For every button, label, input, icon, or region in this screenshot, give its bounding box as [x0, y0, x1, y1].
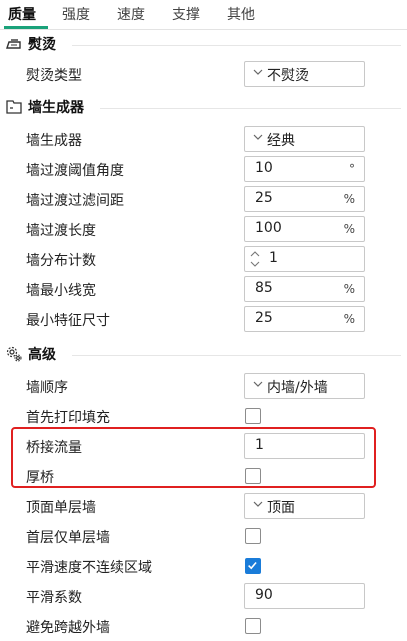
setting-label: 墙过渡阈值角度: [26, 163, 124, 179]
input-value: 90: [255, 587, 273, 603]
min-feature-input[interactable]: 25 %: [244, 306, 365, 332]
setting-label: 墙生成器: [26, 133, 82, 149]
unit-label: °: [349, 162, 355, 176]
setting-label: 避免跨越外墙: [26, 620, 110, 636]
unit-label: %: [343, 222, 355, 236]
wall-icon: [6, 100, 22, 114]
setting-label: 熨烫类型: [26, 68, 82, 84]
spin-arrows-icon[interactable]: [250, 249, 260, 269]
tab-others[interactable]: 其他: [227, 4, 255, 24]
row-top-single-wall: 顶面单层墙 顶面: [0, 491, 407, 521]
section-wall-generator: 墙生成器: [6, 97, 401, 119]
input-value: 25: [255, 190, 273, 206]
unit-label: %: [343, 192, 355, 206]
section-ironing: 熨烫: [6, 34, 401, 56]
iron-icon: [6, 39, 21, 49]
divider: [72, 355, 401, 356]
gear-icon: [6, 346, 22, 362]
row-ironing-type: 熨烫类型 不熨烫: [0, 59, 407, 89]
row-wall-generator: 墙生成器 经典: [0, 124, 407, 154]
row-transition-angle: 墙过渡阈值角度 10 °: [0, 154, 407, 184]
input-value: 10: [255, 160, 273, 176]
transition-length-input[interactable]: 100 %: [244, 216, 365, 242]
transition-filter-input[interactable]: 25 %: [244, 186, 365, 212]
wall-generator-select[interactable]: 经典: [244, 126, 365, 152]
chevron-down-icon: [253, 501, 263, 507]
unit-label: %: [343, 312, 355, 326]
chevron-down-icon: [253, 69, 263, 75]
tab-strength[interactable]: 强度: [62, 4, 90, 24]
input-value: 85: [255, 280, 273, 296]
distribution-count-spinbox[interactable]: 1: [244, 246, 365, 272]
infill-first-checkbox[interactable]: [245, 408, 261, 424]
setting-label: 平滑速度不连续区域: [26, 560, 152, 576]
divider: [72, 45, 401, 46]
setting-label: 墙过渡过滤间距: [26, 193, 124, 209]
transition-angle-input[interactable]: 10 °: [244, 156, 365, 182]
section-advanced: 高级: [6, 344, 401, 366]
section-title: 熨烫: [28, 37, 56, 53]
top-single-wall-select[interactable]: 顶面: [244, 493, 365, 519]
setting-label: 墙分布计数: [26, 253, 96, 269]
select-value: 内墙/外墙: [267, 380, 328, 396]
input-value: 100: [255, 220, 282, 236]
row-smooth-coef: 平滑系数 90: [0, 581, 407, 611]
section-title: 高级: [28, 347, 56, 363]
row-smooth-speed: 平滑速度不连续区域: [0, 551, 407, 581]
tab-support[interactable]: 支撑: [172, 4, 200, 24]
chevron-down-icon: [253, 381, 263, 387]
setting-label: 墙最小线宽: [26, 283, 96, 299]
input-value: 25: [255, 310, 273, 326]
smooth-coef-input[interactable]: 90: [244, 583, 365, 609]
first-layer-single-wall-checkbox[interactable]: [245, 528, 261, 544]
tab-speed[interactable]: 速度: [117, 4, 145, 24]
chevron-down-icon: [253, 134, 263, 140]
avoid-crossing-checkbox[interactable]: [245, 618, 261, 634]
active-tab-indicator: [4, 26, 48, 29]
row-first-layer-single-wall: 首层仅单层墙: [0, 521, 407, 551]
row-wall-order: 墙顺序 内墙/外墙: [0, 371, 407, 401]
setting-label: 首先打印填充: [26, 410, 110, 426]
setting-label: 顶面单层墙: [26, 500, 96, 516]
checkmark-icon: [248, 561, 257, 570]
section-title: 墙生成器: [28, 100, 84, 116]
row-min-width: 墙最小线宽 85 %: [0, 274, 407, 304]
ironing-type-select[interactable]: 不熨烫: [244, 61, 365, 87]
row-transition-filter: 墙过渡过滤间距 25 %: [0, 184, 407, 214]
wall-order-select[interactable]: 内墙/外墙: [244, 373, 365, 399]
row-transition-length: 墙过渡长度 100 %: [0, 214, 407, 244]
row-distribution-count: 墙分布计数 1: [0, 244, 407, 274]
select-value: 不熨烫: [267, 68, 309, 84]
smooth-speed-checkbox[interactable]: [245, 558, 261, 574]
unit-label: %: [343, 282, 355, 296]
setting-label: 首层仅单层墙: [26, 530, 110, 546]
setting-label: 墙顺序: [26, 380, 68, 396]
input-value: 1: [269, 250, 278, 266]
row-avoid-crossing: 避免跨越外墙: [0, 611, 407, 641]
select-value: 顶面: [267, 500, 295, 516]
min-width-input[interactable]: 85 %: [244, 276, 365, 302]
setting-label: 墙过渡长度: [26, 223, 96, 239]
row-min-feature: 最小特征尺寸 25 %: [0, 304, 407, 334]
tab-bar: 质量 强度 速度 支撑 其他: [0, 0, 407, 30]
select-value: 经典: [267, 133, 295, 149]
setting-label: 最小特征尺寸: [26, 313, 110, 329]
setting-label: 平滑系数: [26, 590, 82, 606]
divider: [100, 108, 401, 109]
tab-quality[interactable]: 质量: [8, 4, 36, 24]
highlight-box: [11, 427, 376, 488]
